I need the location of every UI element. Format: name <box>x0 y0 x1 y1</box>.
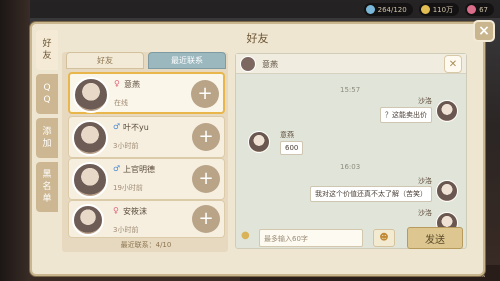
friend-status: 在线 <box>114 99 128 107</box>
list-subtabs: 好友 最近联系 <box>66 52 226 69</box>
plus-icon: + <box>198 168 214 189</box>
close-icon: × <box>478 23 490 39</box>
friend-name: 上官明德 <box>123 165 155 174</box>
plus-icon: + <box>198 126 214 147</box>
emoji-icon: ☻ <box>379 233 389 243</box>
sender-name: 沙洛 <box>418 97 432 105</box>
resource-gems[interactable]: 67 <box>465 3 494 16</box>
subtab-friends[interactable]: 好友 <box>66 52 144 69</box>
sender-name: 沙洛 <box>418 177 432 185</box>
avatar <box>72 120 108 156</box>
chat-contact-name: 意燕 <box>262 60 278 69</box>
avatar <box>73 77 109 113</box>
tools-icon[interactable]: ✕ <box>444 55 462 73</box>
chat-header: 意燕 ✕ <box>236 54 466 74</box>
friend-status: 3小时前 <box>113 226 139 234</box>
chat-window: 意燕 ✕ 15:57 沙洛 ？这能卖出价 意燕 600 16:03 沙洛 我对这… <box>235 53 467 249</box>
resource-bar: 264/120 110万 67 <box>363 3 494 16</box>
subtab-recent[interactable]: 最近联系 <box>148 52 226 69</box>
gem-icon <box>467 5 477 14</box>
avatar <box>72 162 108 198</box>
left-decoration <box>0 0 30 281</box>
side-tab-qq[interactable]: Q Q <box>36 74 58 114</box>
side-tab-label: Q Q <box>43 83 51 105</box>
recent-count: 最近联系：4/10 <box>120 241 172 249</box>
message-bubble: ？这能卖出价 <box>380 107 432 123</box>
female-icon: ♀ <box>114 79 120 88</box>
timestamp: 15:57 <box>340 86 361 94</box>
resource-gold[interactable]: 110万 <box>418 3 460 16</box>
side-tab-blacklist[interactable]: 黑 名 单 <box>36 162 58 212</box>
add-button[interactable]: + <box>191 80 219 108</box>
friend-name: 安筱沫 <box>123 207 147 216</box>
friend-status: 3小时前 <box>113 142 139 150</box>
gold-value: 110万 <box>432 5 454 14</box>
sender-avatar <box>436 100 458 122</box>
emoji-button[interactable]: ☻ <box>373 229 395 247</box>
chat-input-bar: ● 最多输入60字 ☻ 发送 <box>235 226 467 250</box>
send-button[interactable]: 发送 <box>407 227 463 249</box>
friend-status: 19小时前 <box>113 184 143 192</box>
sender-name: 意燕 <box>280 131 294 139</box>
panel-title: 好友 <box>246 32 269 45</box>
side-tab-label: 黑 名 单 <box>42 170 52 204</box>
friend-item[interactable]: ♀ 意燕 在线 + <box>68 72 225 114</box>
close-button[interactable]: × <box>473 20 495 42</box>
side-tab-add[interactable]: 添 加 <box>36 118 58 158</box>
friend-name: 意燕 <box>124 80 140 89</box>
plus-icon: + <box>197 83 213 104</box>
side-tabs: 好 友 Q Q 添 加 黑 名 单 <box>36 30 58 216</box>
side-tab-friends[interactable]: 好 友 <box>36 30 58 70</box>
energy-value: 264/120 <box>377 5 407 14</box>
female-icon: ♀ <box>113 206 119 215</box>
energy-icon <box>365 5 375 14</box>
message-input[interactable]: 最多输入60字 <box>259 229 363 247</box>
sender-avatar <box>248 131 270 153</box>
friend-item[interactable]: ♂ 叶不yu 3小时前 + <box>68 116 225 158</box>
add-button[interactable]: + <box>192 205 220 233</box>
side-tab-label: 添 加 <box>42 127 52 149</box>
gold-coin-icon <box>420 5 430 14</box>
resource-energy[interactable]: 264/120 <box>363 3 413 16</box>
timestamp: 16:03 <box>340 163 361 171</box>
friend-item[interactable]: ♂ 上官明德 19小时前 + <box>68 158 225 200</box>
add-button[interactable]: + <box>192 165 220 193</box>
plus-icon: + <box>198 208 214 229</box>
chat-avatar <box>240 56 256 72</box>
side-tab-label: 好 友 <box>42 39 52 61</box>
sender-name: 沙洛 <box>418 209 432 217</box>
microphone-icon[interactable]: ● <box>241 230 255 246</box>
gem-value: 67 <box>479 5 488 14</box>
sender-avatar <box>436 180 458 202</box>
friend-name: 叶不yu <box>123 123 149 132</box>
message-bubble: 600 <box>280 141 304 155</box>
friend-item[interactable]: ♀ 安筱沫 3小时前 + <box>68 200 225 238</box>
add-button[interactable]: + <box>192 123 220 151</box>
avatar <box>72 204 104 236</box>
message-bubble: 我对这个价值还真不太了解（苦笑） <box>310 186 432 202</box>
male-icon: ♂ <box>113 122 121 131</box>
male-icon: ♂ <box>113 164 121 173</box>
